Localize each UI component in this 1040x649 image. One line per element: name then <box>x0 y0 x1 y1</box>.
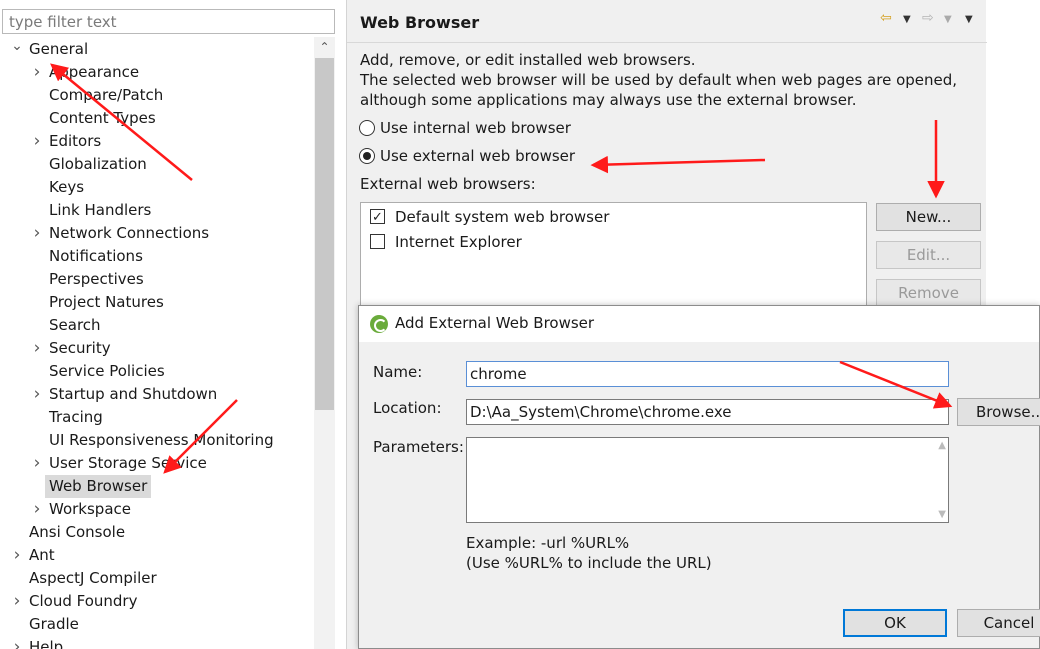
new-button[interactable]: New... <box>876 203 981 231</box>
name-label: Name: <box>373 363 423 381</box>
chevron-right-icon[interactable]: › <box>11 590 23 613</box>
edit-button[interactable]: Edit... <box>876 241 981 269</box>
tree-item-label: Compare/Patch <box>49 86 164 104</box>
chevron-right-icon[interactable]: › <box>31 130 43 153</box>
external-browsers-label: External web browsers: <box>360 175 536 193</box>
radio-circle[interactable] <box>359 120 375 136</box>
tree-item-label: Help <box>29 638 64 649</box>
description-line-2: The selected web browser will be used by… <box>360 71 958 89</box>
scroll-up-icon[interactable]: ▲ <box>938 440 946 451</box>
tree-item-label: Ansi Console <box>29 523 126 541</box>
tree-item-label: Search <box>49 316 101 334</box>
chevron-right-icon[interactable]: › <box>11 544 23 567</box>
parameters-label: Parameters: <box>373 438 464 456</box>
browser-list[interactable]: Default system web browser Internet Expl… <box>360 202 867 312</box>
chevron-right-icon[interactable]: › <box>31 222 43 245</box>
tree-item-label: Security <box>49 339 111 357</box>
browser-name: Default system web browser <box>395 208 610 226</box>
dialog-titlebar[interactable]: Add External Web Browser <box>359 306 1039 342</box>
tree-item-label: AspectJ Compiler <box>29 569 157 587</box>
browse-button[interactable]: Browse... <box>957 398 1040 426</box>
view-menu-icon[interactable]: ▼ <box>965 14 973 25</box>
chevron-right-icon[interactable]: › <box>31 383 43 406</box>
scroll-up-icon[interactable]: ⌃ <box>314 37 335 57</box>
tree-item-label: Tracing <box>49 408 103 426</box>
example-hint: (Use %URL% to include the URL) <box>466 554 712 572</box>
preferences-tree-panel: ⌄ General › Appearance Compare/Patch Content … <box>0 0 340 649</box>
parameters-field[interactable]: ▲ ▼ <box>466 437 949 523</box>
tree-item-label: UI Responsiveness Monitoring <box>49 431 274 449</box>
tree-scrollbar[interactable]: ⌃ <box>314 37 335 649</box>
page-title: Web Browser <box>360 13 480 32</box>
chevron-right-icon[interactable]: › <box>31 452 43 475</box>
back-arrow-icon[interactable]: ⇦ <box>880 10 892 26</box>
tree-item-label: Globalization <box>49 155 147 173</box>
chevron-right-icon[interactable]: › <box>11 636 23 649</box>
forward-arrow-icon[interactable]: ⇨ <box>922 10 934 26</box>
tree-item-label: Ant <box>29 546 55 564</box>
radio-circle[interactable] <box>359 148 375 164</box>
location-label: Location: <box>373 399 442 417</box>
tree-item-label: Link Handlers <box>49 201 152 219</box>
preferences-tree: ⌄ General › Appearance Compare/Patch Content … <box>0 37 313 649</box>
location-field[interactable] <box>466 399 949 425</box>
browser-checkbox[interactable] <box>370 234 385 249</box>
radio-label: Use internal web browser <box>380 119 571 137</box>
filter-input[interactable] <box>2 9 335 34</box>
tree-item-label: Cloud Foundry <box>29 592 138 610</box>
tree-item-label: General <box>29 40 89 58</box>
tree-item-label: Appearance <box>49 63 140 81</box>
dialog-title: Add External Web Browser <box>395 314 595 332</box>
tree-item-label: Workspace <box>49 500 131 518</box>
scrollbar-thumb[interactable] <box>315 58 334 410</box>
name-field[interactable] <box>466 361 949 387</box>
spring-leaf-icon <box>370 315 388 333</box>
tree-item-label: Keys <box>49 178 85 196</box>
tree-item-label: Network Connections <box>49 224 210 242</box>
tree-item-label: Project Natures <box>49 293 164 311</box>
description-line-1: Add, remove, or edit installed web brows… <box>360 51 696 69</box>
tree-item-label: Service Policies <box>49 362 165 380</box>
title-separator <box>347 42 987 43</box>
scroll-down-icon[interactable]: ▼ <box>938 509 946 520</box>
chevron-right-icon[interactable]: › <box>31 337 43 360</box>
tree-item-label: Perspectives <box>49 270 144 288</box>
add-browser-dialog: Add External Web Browser Name: Location:… <box>358 305 1040 649</box>
back-menu-icon[interactable]: ▼ <box>903 14 911 25</box>
chevron-right-icon[interactable]: › <box>31 498 43 521</box>
tree-item-label: Web Browser <box>45 475 152 498</box>
browser-name: Internet Explorer <box>395 233 522 251</box>
forward-menu-icon[interactable]: ▼ <box>944 14 952 25</box>
radio-label: Use external web browser <box>380 147 576 165</box>
browser-checkbox[interactable] <box>370 207 385 229</box>
chevron-down-icon[interactable]: ⌄ <box>11 38 23 61</box>
tree-item-label: User Storage Service <box>49 454 207 472</box>
ok-button[interactable]: OK <box>843 609 947 637</box>
cancel-button[interactable]: Cancel <box>957 609 1040 637</box>
tree-item-label: Notifications <box>49 247 143 265</box>
example-text: Example: -url %URL% <box>466 534 630 552</box>
tree-item-label: Startup and Shutdown <box>49 385 218 403</box>
tree-item-label: Gradle <box>29 615 79 633</box>
tree-item-label: Content Types <box>49 109 156 127</box>
tree-item-label: Editors <box>49 132 102 150</box>
chevron-right-icon[interactable]: › <box>31 61 43 84</box>
remove-button[interactable]: Remove <box>876 279 981 307</box>
description-line-3: although some applications may always us… <box>360 91 857 109</box>
